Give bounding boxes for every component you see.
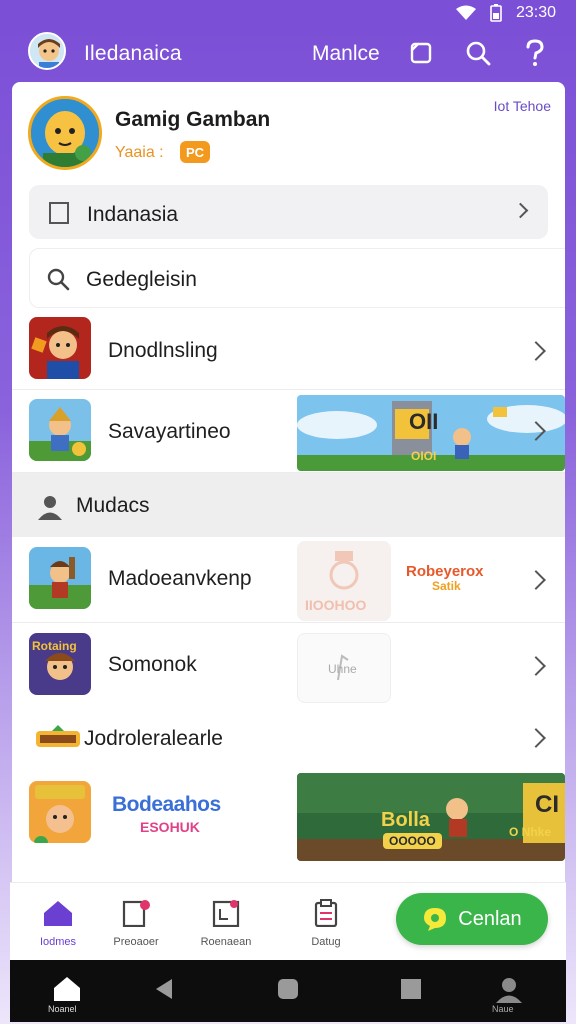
game-thumbnail <box>29 781 91 843</box>
home-icon <box>44 901 72 926</box>
logo-text: Bodeaahos <box>112 793 221 816</box>
logo-subtext: Satik <box>432 579 461 593</box>
search-icon <box>47 268 70 291</box>
game-button[interactable]: OOOOO <box>383 833 442 849</box>
banner-caption: OIOI <box>411 449 437 463</box>
game-thumbnail <box>29 399 91 461</box>
wifi-icon <box>455 5 476 20</box>
avatar[interactable] <box>28 32 66 70</box>
list-item[interactable]: Rotaing Somonok Uhne <box>12 623 565 707</box>
home-icon[interactable] <box>52 976 82 1002</box>
game-title: Bolla <box>381 809 430 831</box>
game-banner[interactable]: Bolla OOOOO CI O Nhke <box>297 773 565 861</box>
row-label: Jodroleralearle <box>84 727 223 750</box>
row-label: Savayartineo <box>108 420 231 443</box>
game-banner[interactable]: OII OIOI <box>297 395 565 471</box>
promo-card[interactable]: Uhne <box>297 633 391 703</box>
app-bar: Iledanaica Manlce <box>0 28 576 80</box>
promo-caption: IIOOHOO <box>305 597 367 613</box>
document-icon <box>122 900 150 928</box>
game-logo[interactable]: Robeyerox Satik <box>404 563 500 603</box>
bottom-navigation: Iodmes Preoaoer Roenaean Datug Cenlan <box>10 882 566 960</box>
search-input[interactable]: Gedegleisin <box>86 268 197 292</box>
search-icon[interactable] <box>463 38 493 68</box>
chat-icon <box>424 908 447 931</box>
status-badge: PC <box>180 141 210 163</box>
recents-icon[interactable] <box>400 978 422 1000</box>
chevron-right-icon <box>512 202 529 219</box>
banner-title: OII <box>409 409 439 434</box>
home-button-icon[interactable] <box>277 978 299 1000</box>
nav-label: Iodmes <box>39 936 77 948</box>
chat-label: Cenlan <box>458 907 522 930</box>
profile-header: Gamig Gamban Yaaia : PC Iot Tehoe <box>12 82 565 178</box>
profile-name: Gamig Gamban <box>115 108 271 131</box>
section-title: Mudacs <box>76 494 150 517</box>
list-item[interactable]: Savayartineo OII OIOI <box>12 390 565 473</box>
profile-subtitle: Yaaia : <box>115 144 164 161</box>
list-item[interactable]: Madoeanvkenp IIOOHOO Robeyerox Satik <box>12 537 565 623</box>
nav-item-releases[interactable]: Roenaean <box>186 899 266 948</box>
status-bar: 23:30 <box>0 0 576 26</box>
system-navigation: Noanel Naue <box>10 960 566 1022</box>
status-time: 23:30 <box>515 4 556 21</box>
promo-card[interactable]: IIOOHOO <box>297 541 391 621</box>
clipboard-icon <box>314 899 338 928</box>
profile-avatar[interactable] <box>28 96 102 170</box>
game-thumbnail <box>29 547 91 609</box>
game-logo-icon <box>36 725 80 747</box>
profile-icon[interactable] <box>494 976 524 1004</box>
system-profile-label: Naue <box>492 1004 514 1014</box>
list-item[interactable]: Bodeaahos ESOHUK Bolla OOOOO CI O Nhke <box>12 767 565 877</box>
chevron-right-icon <box>526 728 546 748</box>
section-header: Mudacs <box>12 473 565 537</box>
system-home-label: Noanel <box>48 1004 77 1014</box>
list-item[interactable]: Jodroleralearle <box>12 707 565 767</box>
region-label: Indanasia <box>87 203 179 226</box>
help-icon[interactable] <box>520 38 550 68</box>
search-field[interactable]: Gedegleisin <box>29 248 565 308</box>
promo-caption: Uhne <box>328 662 357 676</box>
user-icon <box>38 496 62 520</box>
logo-subtext: ESOHUK <box>140 819 200 835</box>
game-side-title: CI <box>535 791 559 818</box>
nav-item-data[interactable]: Datug <box>286 899 366 948</box>
app-title: Iledanaica <box>84 42 182 65</box>
chevron-right-icon <box>526 570 546 590</box>
region-selector[interactable]: Indanasia <box>29 185 548 239</box>
nav-label: Roenaean <box>200 936 252 948</box>
game-logo[interactable]: Bodeaahos ESOHUK <box>112 787 242 847</box>
game-thumbnail <box>29 317 91 379</box>
manage-link[interactable]: Manlce <box>312 42 380 66</box>
back-icon[interactable] <box>154 978 174 1000</box>
main-card: Gamig Gamban Yaaia : PC Iot Tehoe Indana… <box>12 82 565 882</box>
chevron-right-icon <box>526 656 546 676</box>
nav-label: Datug <box>311 936 341 948</box>
list-item[interactable]: Dnodlnsling <box>12 310 565 390</box>
nav-item-home[interactable]: Iodmes <box>18 899 98 948</box>
logo-text: Robeyerox <box>406 563 484 580</box>
crop-icon[interactable] <box>406 38 436 68</box>
nav-label: Preoaoer <box>113 936 159 948</box>
thumb-logo: Rotaing <box>32 639 77 653</box>
row-label: Madoeanvkenp <box>108 567 252 590</box>
row-label: Somonok <box>108 653 197 676</box>
nav-item-preorder[interactable]: Preoaoer <box>96 899 176 948</box>
calendar-icon <box>212 900 240 928</box>
checkbox-icon[interactable] <box>49 202 69 224</box>
chat-button[interactable]: Cenlan <box>396 893 548 945</box>
game-side-sub: O Nhke <box>509 825 552 839</box>
battery-icon <box>490 4 502 22</box>
row-label: Dnodlnsling <box>108 339 218 362</box>
profile-link[interactable]: Iot Tehoe <box>494 98 551 114</box>
chevron-right-icon <box>526 341 546 361</box>
game-thumbnail: Rotaing <box>29 633 91 695</box>
